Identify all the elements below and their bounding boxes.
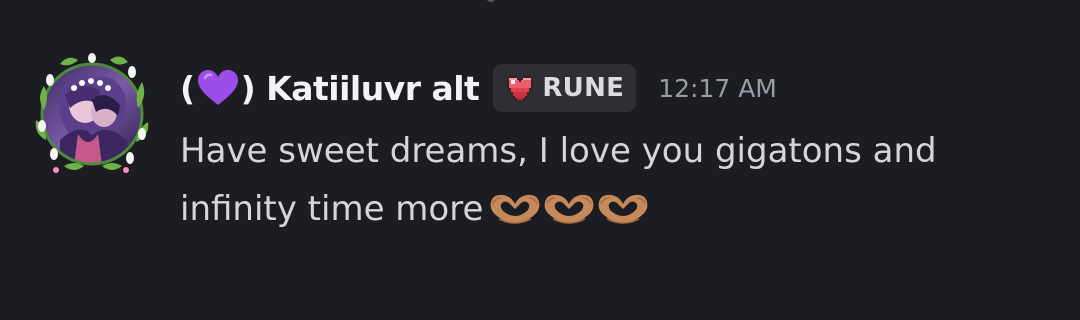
avatar[interactable] xyxy=(30,50,154,174)
purple-heart-icon xyxy=(197,70,238,105)
message-content: ( ) Katiiluvr alt RUNE 12:17 AM Have swe… xyxy=(180,58,1050,244)
username[interactable]: ( ) Katiiluvr alt xyxy=(180,68,480,108)
message-header: ( ) Katiiluvr alt RUNE 12:17 AM xyxy=(180,58,1050,118)
username-text: ) Katiiluvr alt xyxy=(240,68,480,108)
pixel-heart-icon xyxy=(507,76,534,102)
username-prefix: ( xyxy=(180,68,195,108)
message-text: Have sweet dreams, I love you gigatons a… xyxy=(180,122,1040,244)
emoji-group xyxy=(487,186,649,244)
chat-area: ( ) Katiiluvr alt RUNE 12:17 AM Have swe… xyxy=(0,0,1080,320)
role-tag[interactable]: RUNE xyxy=(493,64,637,112)
role-tag-label: RUNE xyxy=(542,73,625,103)
heart-hands-icon xyxy=(490,194,540,224)
heart-hands-icon xyxy=(598,194,648,224)
heart-hands-icon xyxy=(544,194,594,224)
timestamp[interactable]: 12:17 AM xyxy=(658,74,777,103)
chat-message[interactable]: ( ) Katiiluvr alt RUNE 12:17 AM Have swe… xyxy=(30,50,1060,250)
scroll-indicator xyxy=(486,0,496,2)
